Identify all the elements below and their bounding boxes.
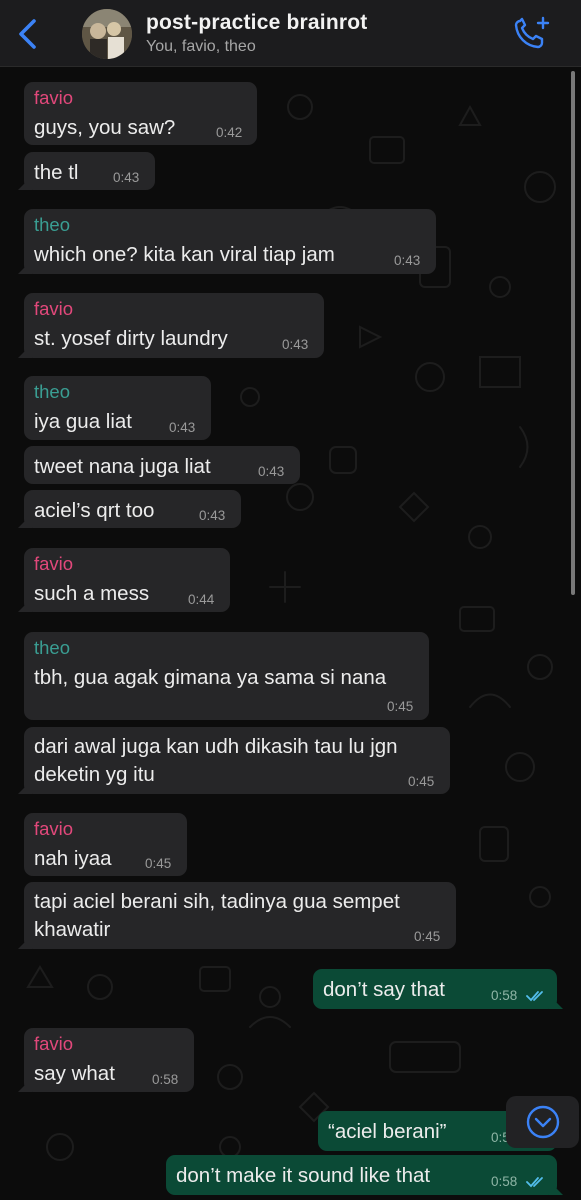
sender-name: favio	[34, 87, 74, 108]
sender-name: favio	[34, 553, 74, 574]
message-text: aciel’s qrt too	[34, 499, 155, 522]
message-time: 0:43	[282, 337, 309, 352]
message-text: guys, you saw?	[34, 116, 176, 139]
message-text: tbh, gua agak gimana ya sama si nana	[34, 666, 387, 689]
message-bubble[interactable]: favio nah iyaa 0:45	[24, 813, 187, 876]
message-bubble[interactable]: dari awal juga kan udh dikasih tau lu jg…	[18, 727, 450, 794]
double-check-icon	[526, 991, 543, 1002]
message-time: 0:43	[113, 170, 140, 185]
message-text: iya gua liat	[34, 410, 133, 433]
message-bubble[interactable]: tapi aciel berani sih, tadinya gua sempe…	[18, 882, 456, 949]
message-text: say what	[34, 1062, 115, 1085]
message-text-line-2: deketin yg itu	[34, 763, 155, 786]
double-check-icon	[526, 1177, 543, 1188]
sender-name: favio	[34, 298, 74, 319]
sender-name: theo	[34, 637, 71, 658]
message-bubble[interactable]: favio st. yosef dirty laundry 0:43	[18, 293, 324, 358]
sender-name: theo	[34, 214, 71, 235]
message-time: 0:45	[387, 699, 414, 714]
message-text-line-1: tapi aciel berani sih, tadinya gua sempe…	[34, 890, 400, 913]
message-text: “aciel berani”	[328, 1120, 447, 1143]
message-time: 0:45	[145, 856, 172, 871]
message-time: 0:45	[414, 929, 441, 944]
message-time: 0:42	[216, 125, 243, 140]
phone-add-icon[interactable]	[512, 15, 552, 51]
message-bubble[interactable]: theo which one? kita kan viral tiap jam …	[18, 209, 436, 274]
sender-name: favio	[34, 818, 74, 839]
chat-area[interactable]: favio guys, you saw? 0:42 the tl 0:43 th…	[0, 67, 581, 1200]
message-bubble[interactable]: favio say what 0:58	[18, 1028, 194, 1092]
scrollbar[interactable]	[571, 71, 575, 595]
group-title[interactable]: post-practice brainrot	[146, 11, 367, 35]
sender-name: favio	[34, 1033, 74, 1054]
message-text: tweet nana juga liat	[34, 455, 211, 478]
message-time: 0:43	[199, 508, 226, 523]
message-bubble[interactable]: favio such a mess 0:44	[18, 548, 230, 612]
message-time: 0:43	[258, 464, 285, 479]
scroll-to-bottom-button[interactable]	[506, 1096, 579, 1148]
message-text: st. yosef dirty laundry	[34, 327, 228, 350]
message-time: 0:58	[491, 1174, 518, 1189]
message-bubble[interactable]: theo tbh, gua agak gimana ya sama si nan…	[24, 632, 429, 720]
message-time: 0:58	[491, 988, 518, 1003]
message-time: 0:43	[169, 420, 196, 435]
message-text: such a mess	[34, 582, 150, 605]
chat-header: post-practice brainrot You, favio, theo	[0, 0, 581, 67]
back-chevron-icon[interactable]	[14, 17, 42, 51]
message-bubble[interactable]: theo iya gua liat 0:43	[24, 376, 211, 440]
message-bubble[interactable]: the tl 0:43	[18, 152, 155, 190]
message-text: the tl	[34, 161, 79, 184]
message-text: don’t say that	[323, 978, 445, 1001]
message-text: nah iyaa	[34, 847, 112, 870]
message-time: 0:43	[394, 253, 421, 268]
message-bubble[interactable]: tweet nana juga liat 0:43	[24, 446, 300, 484]
message-bubble[interactable]: favio guys, you saw? 0:42	[24, 82, 257, 145]
message-time: 0:58	[152, 1072, 179, 1087]
message-bubble-outgoing[interactable]: don’t make it sound like that 0:58	[166, 1155, 563, 1195]
message-time: 0:44	[188, 592, 215, 607]
message-time: 0:45	[408, 774, 435, 789]
group-participants[interactable]: You, favio, theo	[146, 38, 256, 56]
message-bubble[interactable]: aciel’s qrt too 0:43	[18, 490, 241, 528]
message-text: don’t make it sound like that	[176, 1164, 431, 1187]
chevron-down-circle-icon	[526, 1105, 560, 1139]
message-text: which one? kita kan viral tiap jam	[34, 243, 335, 266]
group-avatar[interactable]	[82, 9, 132, 59]
message-bubble-outgoing[interactable]: don’t say that 0:58	[313, 969, 563, 1009]
sender-name: theo	[34, 381, 71, 402]
message-text-line-2: khawatir	[34, 918, 111, 941]
message-text-line-1: dari awal juga kan udh dikasih tau lu jg…	[34, 735, 398, 758]
